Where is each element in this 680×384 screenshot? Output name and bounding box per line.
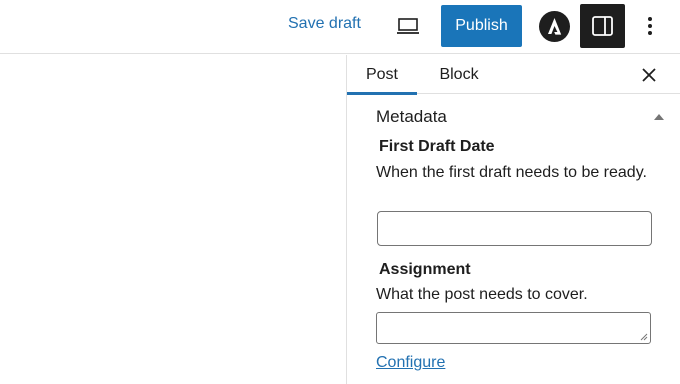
preview-button[interactable]	[396, 16, 420, 36]
settings-toggle-button[interactable]	[580, 4, 625, 48]
collapse-panel-button[interactable]	[653, 110, 665, 122]
first-draft-date-help: When the first draft needs to be ready.	[376, 164, 647, 181]
astra-logo-icon[interactable]	[539, 11, 570, 42]
configure-link[interactable]: Configure	[376, 354, 445, 372]
settings-sidebar: Post Block Metadata First Draft Date Whe…	[346, 55, 680, 384]
sidebar-toggle-icon	[592, 16, 613, 36]
assignment-label: Assignment	[379, 261, 471, 278]
publish-button[interactable]: Publish	[441, 5, 522, 47]
close-sidebar-button[interactable]	[639, 65, 659, 85]
save-draft-button[interactable]: Save draft	[288, 15, 361, 33]
vertical-ellipsis-icon	[648, 17, 652, 35]
assignment-textarea[interactable]	[376, 312, 651, 344]
first-draft-date-input[interactable]	[377, 211, 652, 246]
close-icon	[642, 68, 656, 82]
editor-canvas[interactable]	[0, 55, 346, 384]
more-options-button[interactable]	[640, 14, 660, 40]
editor-toolbar: Save draft Publish	[0, 0, 680, 54]
sidebar-tabs: Post Block	[347, 55, 680, 95]
triangle-up-icon	[654, 114, 664, 120]
resize-handle-icon[interactable]	[640, 333, 648, 341]
tab-post[interactable]: Post	[347, 55, 417, 95]
tab-block[interactable]: Block	[428, 55, 490, 94]
panel-title: Metadata	[376, 107, 447, 126]
first-draft-date-label: First Draft Date	[379, 138, 495, 155]
laptop-icon	[397, 18, 419, 34]
assignment-help: What the post needs to cover.	[376, 286, 588, 303]
